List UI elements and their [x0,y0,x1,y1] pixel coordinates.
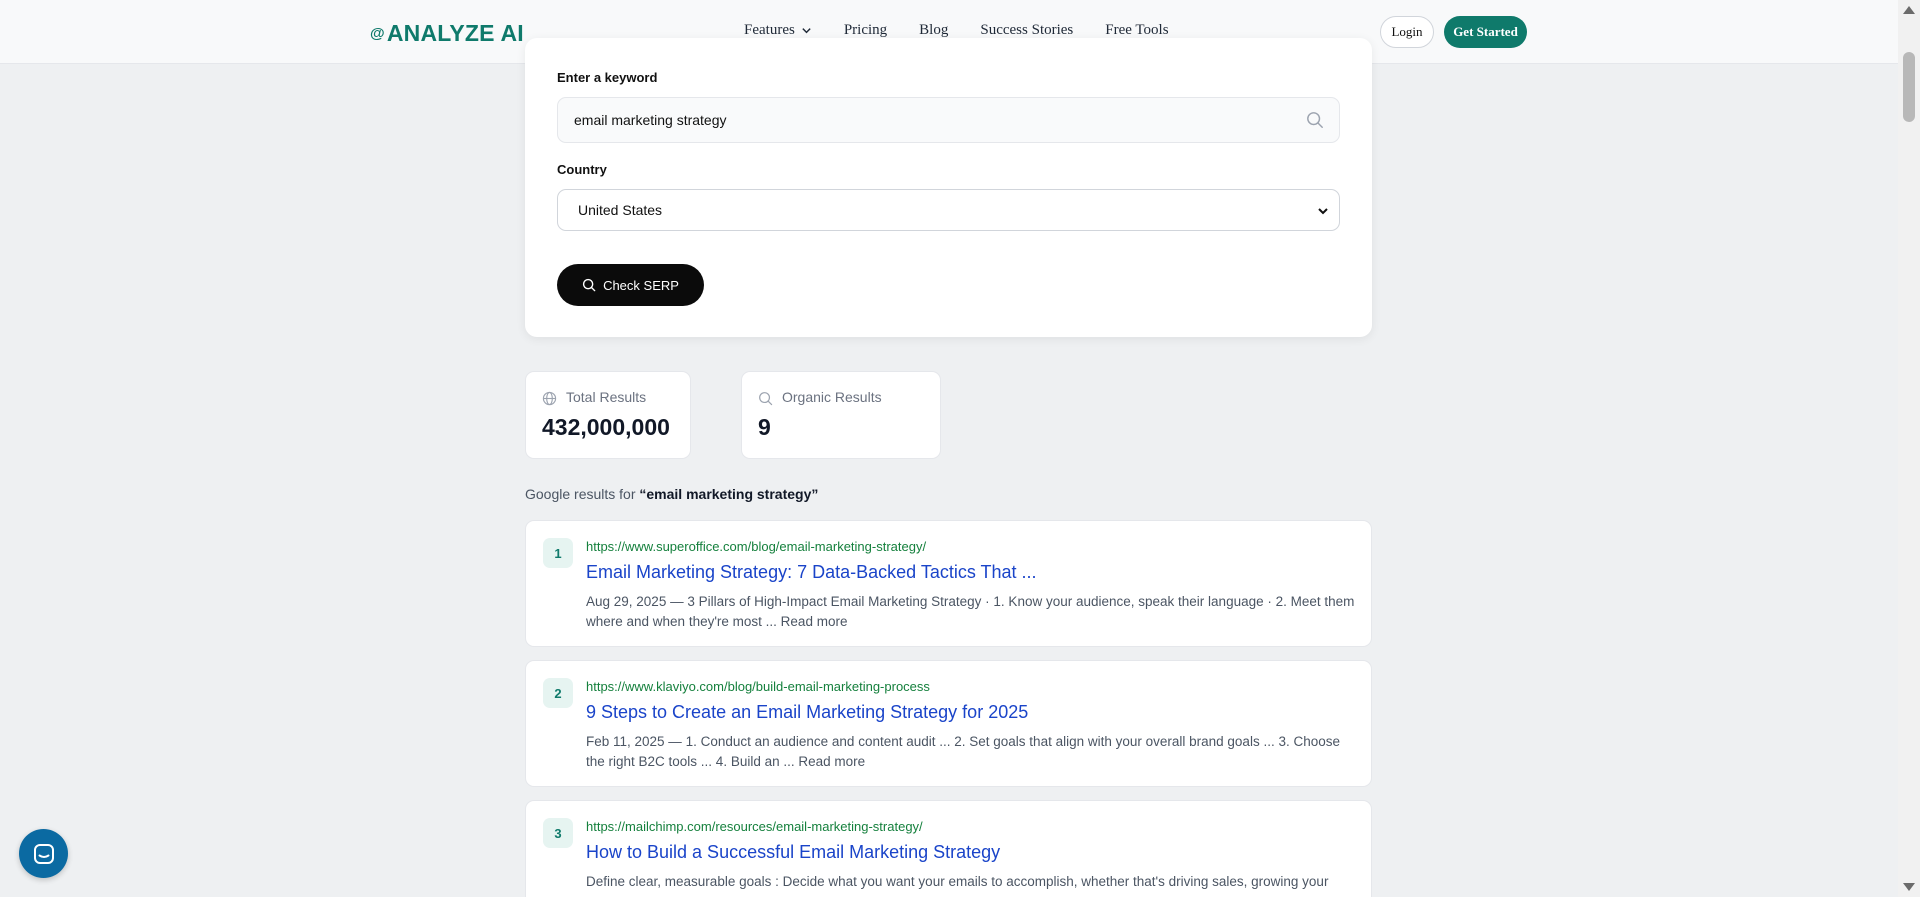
chat-icon [33,843,54,864]
country-select[interactable]: United States [557,189,1340,231]
result-title[interactable]: How to Build a Successful Email Marketin… [586,842,1000,863]
keyword-label: Enter a keyword [557,70,658,85]
result-snippet: Aug 29, 2025 — 3 Pillars of High-Impact … [586,594,1355,629]
logo[interactable]: @ ANALYZE AI [370,20,524,47]
result-title[interactable]: Email Marketing Strategy: 7 Data-Backed … [586,562,1037,583]
search-icon [582,278,596,292]
nav-free-tools[interactable]: Free Tools [1105,22,1168,39]
logo-mark: @ [370,25,385,42]
result-card: 3 https://mailchimp.com/resources/email-… [525,800,1372,897]
get-started-button[interactable]: Get Started [1444,16,1527,48]
search-icon [759,392,773,406]
result-rank: 2 [543,678,573,708]
nav-success-stories[interactable]: Success Stories [980,22,1073,39]
organic-results-card: Organic Results 9 [741,371,941,459]
total-results-label: Total Results [566,389,647,405]
result-card: 1 https://www.superoffice.com/blog/email… [525,520,1372,647]
result-title[interactable]: 9 Steps to Create an Email Marketing Str… [586,702,1028,723]
result-rank: 1 [543,538,573,568]
result-snippet: Feb 11, 2025 — 1. Conduct an audience an… [586,734,1340,769]
nav-blog[interactable]: Blog [919,22,948,39]
scrollbar[interactable] [1898,0,1920,897]
globe-icon [542,391,557,406]
organic-results-label: Organic Results [782,389,882,405]
nav-features[interactable]: Features [744,22,812,39]
logo-text: ANALYZE AI [386,20,524,46]
result-url[interactable]: https://www.superoffice.com/blog/email-m… [586,539,926,554]
country-label: Country [557,162,607,177]
login-button[interactable]: Login [1380,16,1434,48]
organic-results-value: 9 [758,414,771,440]
check-serp-label: Check SERP [603,277,679,293]
search-icon [1307,112,1323,128]
total-results-value: 432,000,000 [542,414,670,440]
nav-pricing[interactable]: Pricing [844,22,887,39]
chevron-down-icon [1318,208,1328,215]
country-select-value: United States [578,202,663,218]
keyword-input[interactable] [557,97,1340,143]
nav-links: Features Pricing Blog Success Stories Fr… [744,22,1201,39]
check-serp-button[interactable]: Check SERP [557,264,704,306]
result-snippet: Define clear, measurable goals : Decide … [586,874,1329,889]
chevron-down-icon [802,28,811,34]
nav-features-label: Features [744,22,795,38]
results-heading-prefix: Google results for [525,486,636,502]
result-rank: 3 [543,818,573,848]
total-results-card: Total Results 432,000,000 [525,371,691,459]
result-url[interactable]: https://mailchimp.com/resources/email-ma… [586,819,923,834]
serp-search-card: Enter a keyword Country United States Ch… [525,38,1372,337]
result-url[interactable]: https://www.klaviyo.com/blog/build-email… [586,679,930,694]
scroll-thumb[interactable] [1903,52,1915,122]
results-heading-query: “email marketing strategy” [639,486,819,502]
scroll-down-arrow-icon[interactable] [1903,883,1915,891]
scroll-up-arrow-icon[interactable] [1903,6,1915,14]
chat-launcher-button[interactable] [19,829,68,878]
result-card: 2 https://www.klaviyo.com/blog/build-ema… [525,660,1372,787]
results-heading: Google results for “email marketing stra… [525,486,818,502]
